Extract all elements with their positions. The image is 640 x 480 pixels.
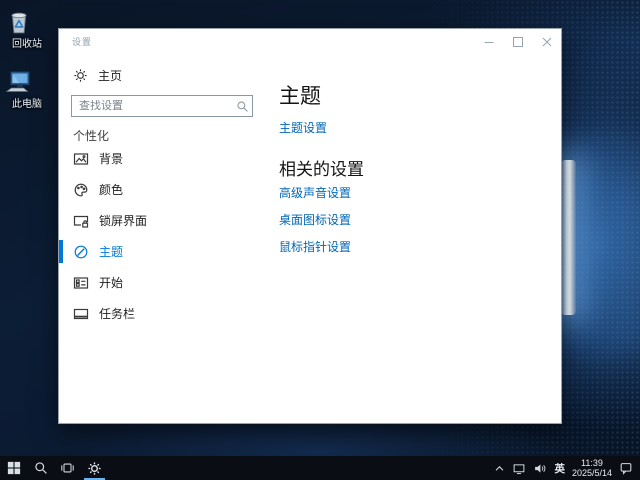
- gear-icon: [73, 68, 88, 83]
- search-icon: [232, 100, 252, 113]
- sidebar-item-colors[interactable]: 颜色: [59, 174, 279, 205]
- sidebar-item-label: 背景: [99, 150, 123, 167]
- sidebar-item-lock-screen[interactable]: 锁屏界面: [59, 205, 279, 236]
- theme-settings-link[interactable]: 主题设置: [279, 120, 327, 136]
- desktop-icon-label: 此电脑: [4, 99, 50, 110]
- maximize-button[interactable]: [503, 29, 532, 55]
- desktop: 回收站 此电脑 设置: [0, 0, 640, 480]
- sidebar-section-personalization: 个性化: [73, 129, 279, 143]
- sidebar-item-start[interactable]: 开始: [59, 267, 279, 298]
- settings-sidebar: 主页 个性化: [59, 59, 279, 423]
- settings-content: 主题 主题设置 相关的设置 高级声音设置 桌面图标设置 鼠标指针设置: [279, 59, 561, 423]
- clock-time: 11:39: [581, 458, 603, 468]
- related-settings-title: 相关的设置: [279, 158, 561, 182]
- start-menu-icon: [73, 275, 89, 291]
- window-titlebar[interactable]: 设置: [59, 29, 561, 59]
- search-input[interactable]: [72, 100, 232, 112]
- colors-palette-icon: [73, 182, 89, 198]
- start-logo-icon: [7, 461, 21, 475]
- settings-search-box[interactable]: [71, 95, 253, 117]
- sidebar-item-taskbar[interactable]: 任务栏: [59, 298, 279, 329]
- minimize-button[interactable]: [474, 29, 503, 55]
- maximize-icon: [513, 37, 523, 47]
- start-button[interactable]: [0, 456, 27, 480]
- network-tray-button[interactable]: [512, 462, 526, 475]
- clock-date: 2025/5/14: [572, 468, 612, 478]
- volume-icon: [533, 462, 547, 475]
- gear-icon: [87, 461, 102, 476]
- sidebar-item-themes[interactable]: 主题: [59, 236, 279, 267]
- lock-screen-icon: [73, 213, 89, 229]
- close-button[interactable]: [532, 29, 561, 55]
- themes-brush-icon: [73, 244, 89, 260]
- desktop-icon-label: 回收站: [4, 39, 50, 50]
- taskbar-search-button[interactable]: [27, 456, 54, 480]
- action-center-icon: [619, 461, 633, 475]
- network-icon: [512, 462, 526, 475]
- system-tray: 英 11:39 2025/5/14: [494, 458, 640, 478]
- chevron-up-icon: [494, 463, 505, 474]
- desktop-icon-recycle-bin[interactable]: 回收站: [4, 7, 50, 50]
- desktop-icon-settings-link[interactable]: 桌面图标设置: [279, 212, 561, 228]
- sidebar-item-home[interactable]: 主页: [73, 64, 279, 86]
- minimize-icon: [484, 37, 494, 47]
- sidebar-item-label: 开始: [99, 274, 123, 291]
- advanced-sound-settings-link[interactable]: 高级声音设置: [279, 185, 561, 201]
- mouse-pointer-settings-link[interactable]: 鼠标指针设置: [279, 239, 561, 255]
- this-pc-icon: [4, 67, 50, 97]
- taskbar-clock[interactable]: 11:39 2025/5/14: [572, 458, 612, 478]
- sidebar-home-label: 主页: [98, 67, 122, 84]
- language-indicator[interactable]: 英: [554, 461, 565, 476]
- taskbar-rect-icon: [73, 306, 89, 322]
- sidebar-item-label: 颜色: [99, 181, 123, 198]
- task-view-icon: [60, 461, 75, 475]
- taskbar-settings-button[interactable]: [81, 456, 108, 480]
- sidebar-item-label: 主题: [99, 243, 123, 260]
- settings-window: 设置 主页: [58, 28, 562, 424]
- recycle-bin-icon: [4, 7, 50, 37]
- search-icon: [34, 461, 48, 475]
- sidebar-item-label: 任务栏: [99, 305, 135, 322]
- related-links-list: 高级声音设置 桌面图标设置 鼠标指针设置: [279, 185, 561, 255]
- volume-tray-button[interactable]: [533, 462, 547, 475]
- action-center-button[interactable]: [619, 461, 633, 475]
- desktop-icon-this-pc[interactable]: 此电脑: [4, 67, 50, 110]
- background-image-icon: [73, 151, 89, 167]
- close-icon: [542, 37, 552, 47]
- sidebar-item-label: 锁屏界面: [99, 212, 147, 229]
- sidebar-item-background[interactable]: 背景: [59, 143, 279, 174]
- tray-overflow-button[interactable]: [494, 463, 505, 474]
- wallpaper-light-beam: [561, 160, 576, 315]
- task-view-button[interactable]: [54, 456, 81, 480]
- page-title: 主题: [279, 83, 561, 111]
- window-title: 设置: [72, 35, 92, 48]
- taskbar: 英 11:39 2025/5/14: [0, 456, 640, 480]
- sidebar-nav-list: 背景 颜色: [59, 143, 279, 329]
